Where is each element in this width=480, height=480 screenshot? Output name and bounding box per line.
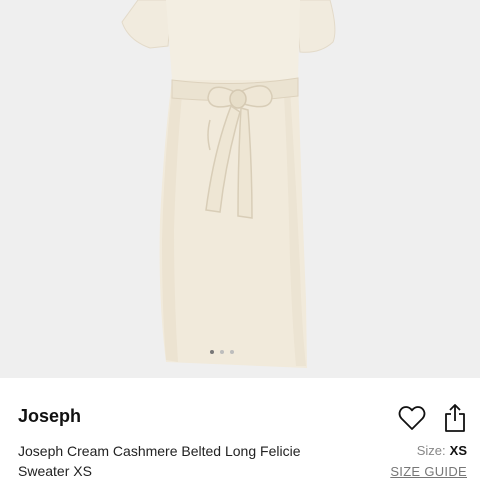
- product-page: Joseph Joseph Cream Cashmere Belted Long…: [0, 0, 480, 480]
- product-info: Joseph Joseph Cream Cashmere Belted Long…: [0, 378, 480, 480]
- size-label: Size:: [416, 443, 446, 458]
- product-image[interactable]: [0, 0, 480, 378]
- product-title: Joseph Cream Cashmere Belted Long Felici…: [18, 443, 301, 479]
- favorite-button[interactable]: [398, 405, 426, 431]
- brand-name[interactable]: Joseph: [18, 406, 81, 427]
- dress-illustration: [121, 0, 336, 368]
- gallery-dot[interactable]: [220, 350, 224, 354]
- gallery-dots[interactable]: [210, 350, 234, 354]
- share-button[interactable]: [444, 403, 466, 433]
- heart-icon: [398, 406, 426, 430]
- share-icon: [445, 404, 465, 432]
- size-guide-link[interactable]: SIZE GUIDE: [390, 464, 467, 479]
- size-value: XS: [449, 443, 467, 458]
- size-info: Size: XS: [417, 443, 467, 458]
- gallery-dot[interactable]: [230, 350, 234, 354]
- gallery-dot[interactable]: [210, 350, 214, 354]
